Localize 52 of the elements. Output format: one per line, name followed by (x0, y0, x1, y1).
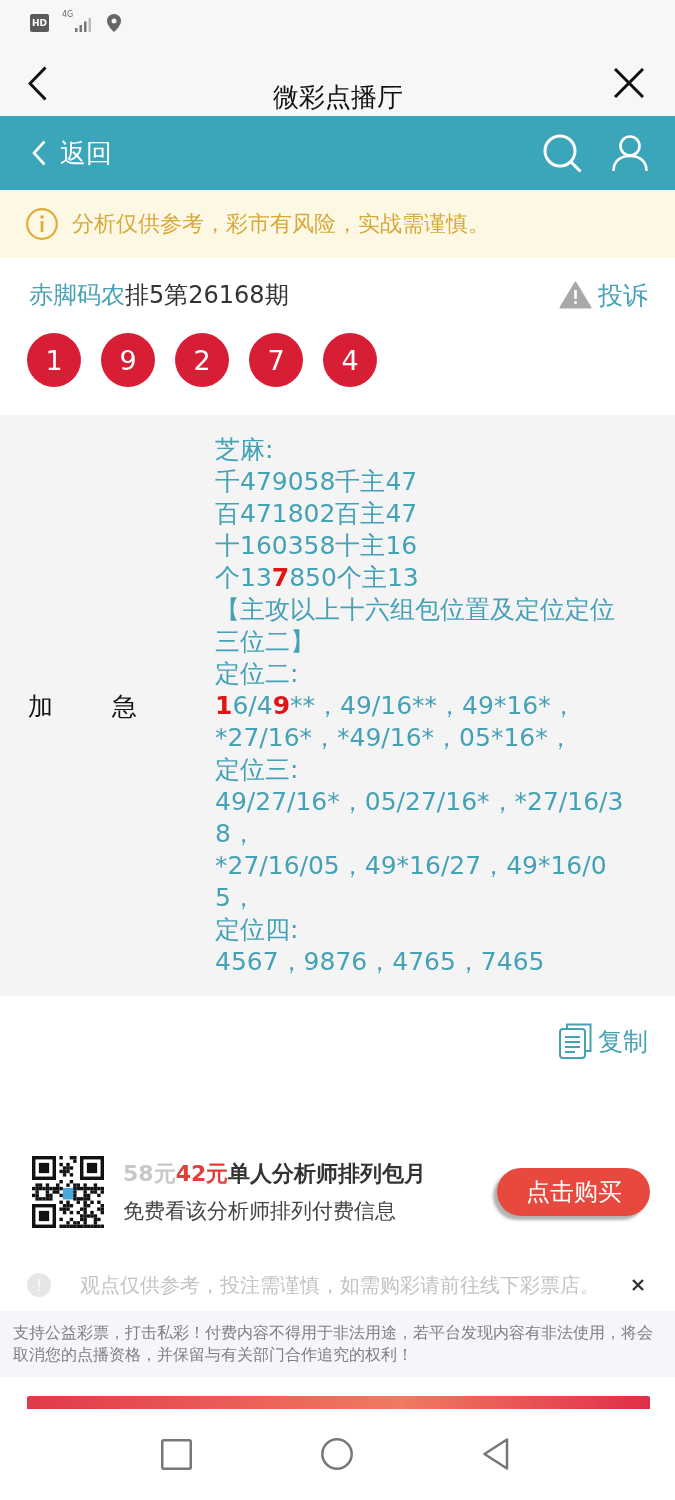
analysis-line: 个137850个主13 (215, 562, 420, 594)
back-button[interactable]: 返回 (32, 135, 112, 171)
analysis-line: 十160358十主16 (215, 530, 419, 562)
number-ball: 9 (101, 333, 155, 387)
analysis-line: 百471802百主47 (215, 498, 419, 530)
signal-icon (75, 17, 92, 32)
qr-code-icon (32, 1155, 104, 1228)
promo-subtitle: 免费看该分析师排列付费信息 (123, 1197, 397, 1225)
author-link[interactable]: 赤脚码农 (29, 279, 125, 311)
analysis-line: 8， (215, 818, 257, 850)
triangle-icon[interactable] (482, 1437, 509, 1471)
urgency-label: 加 急 (27, 690, 141, 723)
chevron-left-icon (32, 140, 46, 166)
square-icon[interactable] (161, 1438, 192, 1470)
circle-icon[interactable] (321, 1438, 353, 1470)
warning-text: 分析仅供参考，彩市有风险，实战需谨慎。 (72, 210, 490, 238)
exclamation-icon (27, 1273, 51, 1297)
notice-text: 观点仅供参考，投注需谨慎，如需购彩请前往线下彩票店。 (80, 1271, 601, 1299)
number-ball: 1 (27, 333, 81, 387)
number-ball: 2 (175, 333, 229, 387)
analysis-line: 三位二】 (215, 626, 316, 658)
analysis-line: 芝麻: (215, 434, 275, 466)
analysis-line: 定位三: (215, 754, 300, 786)
analysis-line: 定位二: (215, 658, 300, 690)
close-icon[interactable] (614, 68, 644, 98)
copy-icon (559, 1023, 592, 1059)
copy-button[interactable]: 复制 (559, 1023, 648, 1059)
number-ball: 7 (249, 333, 303, 387)
analysis-line: *27/16*，*49/16*，05*16*， (215, 722, 574, 754)
back-icon[interactable] (28, 65, 47, 101)
user-icon[interactable] (612, 134, 648, 172)
analysis-line: 千479058千主47 (215, 466, 419, 498)
info-icon (26, 208, 58, 240)
analysis-line: 4567，9876，4765，7465 (215, 946, 546, 978)
analysis-line: *27/16/05，49*16/27，49*16/0 (215, 850, 608, 882)
window-title: 微彩点播厅 (272, 82, 403, 114)
disclaimer-text: 支持公益彩票，打击私彩！付费内容不得用于非法用途，若平台发现内容有非法使用，将会取消您的点播资格，并保留与有关部门合作追究的权利！ (0, 1311, 675, 1377)
warning-icon (559, 281, 592, 309)
complaint-button[interactable]: 投诉 (559, 278, 648, 312)
location-icon (107, 13, 122, 32)
issue-title: 排5第26168期 (125, 280, 289, 311)
analysis-line: 49/27/16*，05/27/16*，*27/16/3 (215, 786, 625, 818)
network-label: 4G (62, 11, 74, 19)
analysis-line: 【主攻以上十六组包位置及定位定位 (215, 594, 616, 626)
analysis-line: 5， (215, 882, 257, 914)
buy-button[interactable]: 点击购买 (497, 1167, 650, 1216)
analysis-line: 16/49**，49/16**，49*16*， (215, 690, 577, 722)
number-ball: 4 (323, 333, 377, 387)
hd-badge: HD (30, 13, 49, 32)
analysis-line: 定位四: (215, 914, 300, 946)
search-icon[interactable] (543, 133, 582, 173)
close-icon[interactable] (632, 1279, 644, 1291)
